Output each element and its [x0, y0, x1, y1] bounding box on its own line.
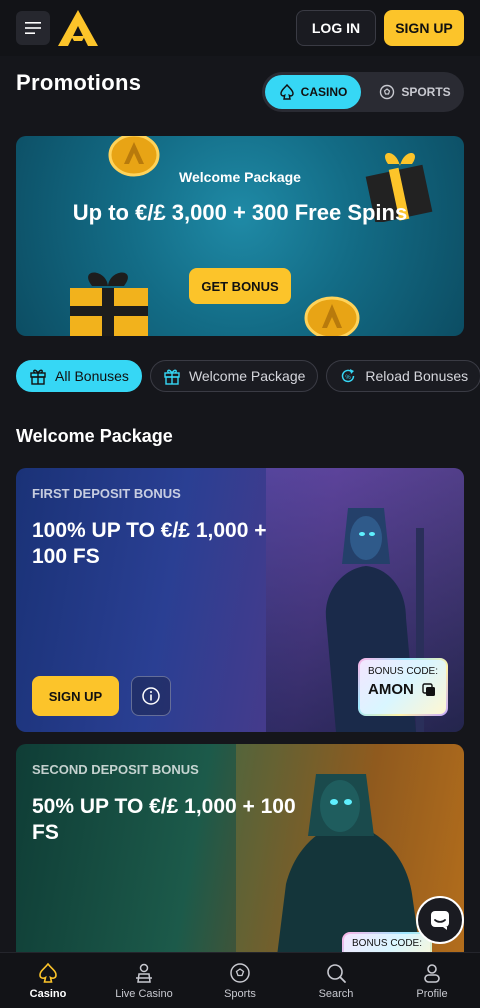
- card-signup-button[interactable]: SIGN UP: [32, 676, 119, 716]
- chat-button[interactable]: [416, 896, 464, 944]
- nav-casino[interactable]: Casino: [0, 953, 96, 1008]
- filter-welcome-package-label: Welcome Package: [188, 368, 306, 384]
- section-title: Welcome Package: [16, 426, 173, 446]
- menu-icon: [25, 22, 41, 34]
- bonus-code-value: AMON: [368, 681, 414, 698]
- nav-search[interactable]: Search: [288, 953, 384, 1008]
- signup-button[interactable]: SIGN UP: [384, 10, 464, 46]
- top-header: LOG IN SIGN UP: [0, 0, 480, 56]
- card-info-button[interactable]: [131, 676, 171, 716]
- card-label: FIRST DEPOSIT BONUS: [32, 486, 181, 501]
- welcome-hero-banner[interactable]: Welcome Package Up to €/£ 3,000 + 300 Fr…: [16, 136, 464, 336]
- filter-all-bonuses[interactable]: All Bonuses: [16, 360, 142, 392]
- logo-icon[interactable]: [58, 10, 98, 46]
- first-deposit-bonus-card[interactable]: FIRST DEPOSIT BONUS 100% UP TO €/£ 1,000…: [16, 468, 464, 732]
- bottom-navigation: Casino Live Casino Sports Search Profile: [0, 952, 480, 1008]
- bonus-code-label: BONUS CODE:: [368, 666, 439, 677]
- nav-profile-label: Profile: [416, 988, 448, 1000]
- casino-sports-toggle: CASINO SPORTS: [262, 72, 464, 112]
- dealer-icon: [136, 963, 152, 983]
- hero-subtitle: Welcome Package: [179, 169, 301, 185]
- bonus-filter-chips: All Bonuses Welcome Package % Reload Bon…: [16, 360, 480, 392]
- info-icon: [142, 687, 160, 705]
- svg-text:%: %: [346, 375, 352, 381]
- spade-icon: [279, 84, 294, 100]
- search-icon: [327, 964, 346, 983]
- soccer-ball-icon: [230, 963, 250, 983]
- coin-decoration: [304, 296, 360, 336]
- bonus-code-inner: BONUS CODE: AMON: [360, 660, 446, 714]
- nav-casino-label: Casino: [29, 988, 67, 1000]
- page-title: Promotions: [16, 70, 142, 95]
- bonus-code-box[interactable]: BONUS CODE: AMON: [358, 658, 448, 716]
- gift-icon: [30, 369, 46, 385]
- toggle-casino[interactable]: CASINO: [265, 75, 361, 109]
- nav-sports[interactable]: Sports: [192, 953, 288, 1008]
- user-icon: [424, 964, 440, 983]
- gift-box-decoration: [70, 272, 148, 336]
- gift-box-icon: [164, 369, 180, 385]
- hero-title: Up to €/£ 3,000 + 300 Free Spins: [72, 200, 408, 225]
- reload-icon: %: [342, 369, 355, 383]
- toggle-sports-label: SPORTS: [401, 85, 451, 99]
- second-deposit-bonus-card[interactable]: SECOND DEPOSIT BONUS 50% UP TO €/£ 1,000…: [16, 744, 464, 964]
- login-button[interactable]: LOG IN: [296, 10, 376, 46]
- filter-reload-bonuses[interactable]: % Reload Bonuses: [326, 360, 480, 392]
- card-title: 100% UP TO €/£ 1,000 + 100 FS: [32, 519, 267, 568]
- filter-reload-bonuses-label: Reload Bonuses: [365, 368, 469, 384]
- soccer-ball-icon: [380, 84, 395, 100]
- filter-all-bonuses-label: All Bonuses: [55, 368, 129, 384]
- nav-live-casino[interactable]: Live Casino: [96, 953, 192, 1008]
- nav-live-casino-label: Live Casino: [115, 988, 173, 1000]
- copy-icon[interactable]: [422, 682, 436, 697]
- bonus-code-value-row: AMON: [368, 681, 438, 698]
- card-title: 50% UP TO €/£ 1,000 + 100 FS: [32, 795, 296, 844]
- menu-button[interactable]: [16, 11, 50, 45]
- toggle-sports[interactable]: SPORTS: [370, 75, 460, 109]
- filter-welcome-package[interactable]: Welcome Package: [149, 360, 319, 392]
- bonus-code-label: BONUS CODE:: [352, 938, 423, 949]
- toggle-casino-label: CASINO: [300, 85, 348, 99]
- get-bonus-button[interactable]: GET BONUS: [189, 268, 291, 304]
- chat-icon: [431, 911, 449, 930]
- card-label: SECOND DEPOSIT BONUS: [32, 762, 199, 777]
- nav-sports-label: Sports: [224, 988, 256, 1000]
- nav-profile[interactable]: Profile: [384, 953, 480, 1008]
- spade-icon: [39, 962, 57, 983]
- nav-search-label: Search: [318, 988, 354, 1000]
